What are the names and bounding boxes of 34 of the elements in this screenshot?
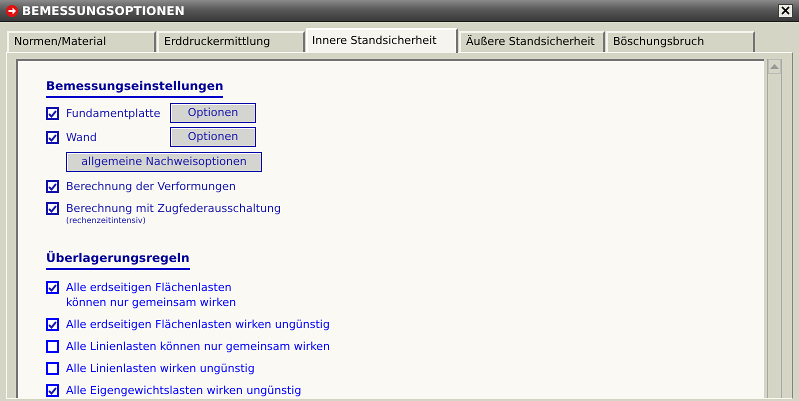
- checkbox-label: Alle Linienlasten wirken ungünstig: [66, 361, 255, 376]
- checkbox[interactable]: [46, 318, 59, 331]
- checkbox-label: Wand: [66, 130, 98, 145]
- checkbox[interactable]: [46, 281, 59, 294]
- note-text: (rechenzeitintensiv): [66, 216, 147, 226]
- tab[interactable]: Innere Standsicherheit: [306, 28, 458, 53]
- section-heading: Überlagerungsregeln: [46, 249, 190, 270]
- tab[interactable]: Normen/Material: [7, 31, 156, 52]
- scrollbar[interactable]: [767, 59, 782, 398]
- checkbox[interactable]: [46, 340, 59, 353]
- checkbox-label: Alle erdseitigen Flächenlasten wirken ungünstig: [66, 317, 330, 332]
- options-button[interactable]: Optionen: [170, 127, 256, 147]
- triangle-up-icon: [770, 64, 779, 69]
- close-button[interactable]: [778, 4, 793, 18]
- checkbox[interactable]: [46, 202, 59, 215]
- checkbox-label: Alle erdseitigen Flächenlasten können nur gemeinsam wirken: [66, 280, 236, 310]
- checkbox[interactable]: [46, 384, 59, 397]
- arrow-icon: [6, 4, 18, 16]
- checkbox-label: Alle Eigengewichtslasten wirken ungünstig: [66, 383, 302, 398]
- options-button[interactable]: Optionen: [170, 103, 256, 123]
- tab[interactable]: Äußere Standsicherheit: [459, 31, 605, 52]
- checkbox-label: Berechnung der Verformungen: [66, 179, 236, 194]
- checkbox[interactable]: [46, 107, 59, 120]
- tab[interactable]: Erddruckermittlung: [157, 31, 305, 52]
- checkbox-label: Alle Linienlasten können nur gemeinsam wirken: [66, 339, 330, 354]
- verification-options-button[interactable]: allgemeine Nachweisoptionen: [66, 152, 262, 172]
- section-heading: Bemessungseinstellungen: [46, 77, 224, 98]
- checkbox[interactable]: [46, 362, 59, 375]
- checkbox-label: Berechnung mit Zugfederausschaltung: [66, 201, 281, 216]
- tab[interactable]: Böschungsbruch: [606, 31, 755, 52]
- window-title: BEMESSUNGSOPTIONEN: [22, 2, 186, 20]
- checkbox[interactable]: [46, 180, 59, 193]
- checkbox-label: Fundamentplatte: [66, 106, 162, 121]
- checkbox[interactable]: [46, 131, 59, 144]
